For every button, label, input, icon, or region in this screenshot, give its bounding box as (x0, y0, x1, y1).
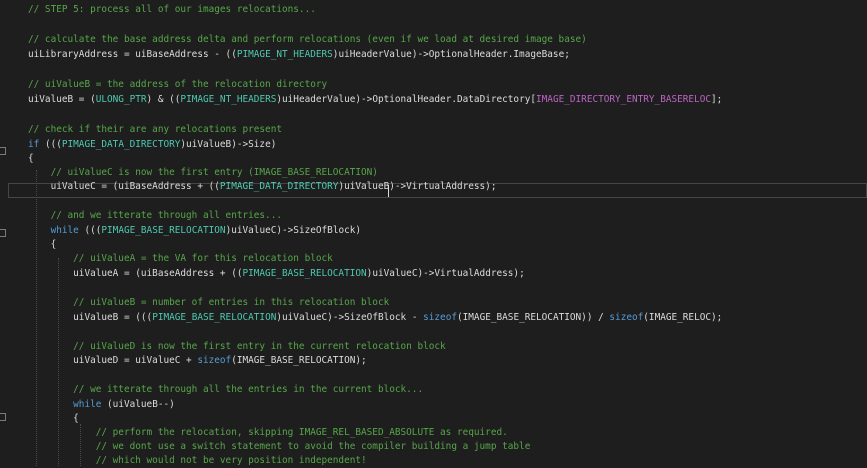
code-line[interactable]: { (28, 238, 57, 252)
code-token-keyword: sizeof (423, 312, 457, 323)
code-line[interactable]: // check if their are any relocations pr… (28, 123, 282, 137)
code-token-plain: uiValueC = (uiBaseAddress + (( (28, 181, 220, 192)
code-token-plain: uiValueD = uiValueC + (28, 355, 198, 366)
code-token-comment: // uiValueB = number of entries in this … (28, 297, 390, 308)
code-line[interactable]: uiValueA = (uiBaseAddress + ((PIMAGE_BAS… (28, 267, 525, 281)
code-token-type: ULONG_PTR (95, 94, 147, 105)
code-token-comment: // and we itterate through all entries..… (28, 210, 282, 221)
code-line[interactable]: // we itterate through all the entries i… (28, 383, 423, 397)
code-token-plain: uiValueB = ( (28, 94, 96, 105)
code-token-plain: (IMAGE_BASE_RELOCATION)) / (457, 312, 610, 323)
code-token-plain: ((( (78, 225, 102, 236)
code-token-plain: { (28, 239, 57, 250)
code-token-plain: )uiHeaderValue)->OptionalHeader.ImageBas… (332, 49, 570, 60)
code-line[interactable]: uiValueB = (((PIMAGE_BASE_RELOCATION)uiV… (28, 311, 722, 325)
code-line[interactable]: // uiValueC is now the first entry (IMAG… (28, 166, 378, 180)
code-token-plain: uiValueB = ((( (28, 312, 153, 323)
code-line[interactable]: uiValueC = (uiBaseAddress + ((PIMAGE_DAT… (28, 180, 497, 194)
code-token-type: PIMAGE_NT_HEADERS (236, 49, 333, 60)
code-token-type: PIMAGE_NT_HEADERS (180, 94, 277, 105)
code-line[interactable]: // uiValueB = number of entries in this … (28, 296, 389, 310)
code-token-type: PIMAGE_DATA_DIRECTORY (219, 181, 339, 192)
code-token-plain: )uiHeaderValue)->OptionalHeader.DataDire… (276, 94, 537, 105)
code-token-comment: // which would not be very position inde… (28, 455, 367, 466)
code-line[interactable]: { (28, 412, 79, 426)
code-token-comment: // we itterate through all the entries i… (28, 384, 424, 395)
code-token-plain: ) & (( (146, 94, 181, 105)
code-line[interactable]: { (28, 152, 34, 166)
code-token-type: PIMAGE_BASE_RELOCATION (101, 225, 226, 236)
code-token-comment: // uiValueB = the address of the relocat… (28, 79, 328, 90)
code-token-comment: // check if their are any relocations pr… (28, 124, 282, 135)
code-token-plain: )uiValueB)->VirtualAddress); (338, 181, 497, 192)
code-line[interactable]: while (uiValueB--) (28, 398, 175, 412)
code-line[interactable]: uiValueD = uiValueC + sizeof(IMAGE_BASE_… (28, 354, 367, 368)
code-line[interactable]: // uiValueD is now the first entry in th… (28, 340, 446, 354)
code-line[interactable]: // and we itterate through all entries..… (28, 209, 282, 223)
code-token-plain: uiValueA = (uiBaseAddress + (( (28, 268, 243, 279)
code-token-plain: ((( (39, 139, 62, 150)
code-token-plain: ]; (711, 94, 723, 105)
code-token-comment: // uiValueC is now the first entry (IMAG… (28, 167, 378, 178)
code-token-keyword: sizeof (197, 355, 232, 366)
editor-gutter (0, 0, 8, 466)
code-token-plain: uiLibraryAddress = uiBaseAddress - (( (28, 49, 237, 60)
code-token-keyword: while (50, 225, 79, 236)
fold-marker[interactable] (0, 147, 6, 155)
code-token-plain: (uiValueB--) (101, 399, 175, 410)
code-line[interactable]: // we dont use a switch statement to avo… (28, 440, 531, 454)
code-token-keyword: sizeof (609, 312, 644, 323)
code-token-comment: // perform the relocation, skipping IMAG… (28, 427, 508, 438)
code-token-plain: )uiValueC)->SizeOfBlock - (276, 312, 424, 323)
code-line[interactable]: uiValueB = (ULONG_PTR) & ((PIMAGE_NT_HEA… (28, 93, 722, 107)
code-token-comment: // we dont use a switch statement to avo… (28, 441, 531, 452)
code-line[interactable]: uiLibraryAddress = uiBaseAddress - ((PIM… (28, 48, 570, 62)
fold-marker[interactable] (0, 229, 6, 237)
code-line[interactable]: if (((PIMAGE_DATA_DIRECTORY)uiValueB)->S… (28, 138, 276, 152)
code-editor[interactable]: // STEP 5: process all of our images rel… (0, 0, 867, 466)
code-token-comment: // STEP 5: process all of our images rel… (28, 4, 316, 15)
code-token-keyword: if (28, 139, 40, 150)
code-line[interactable]: // STEP 5: process all of our images rel… (28, 3, 316, 17)
code-token-macro: IMAGE_DIRECTORY_ENTRY_BASERELOC (536, 94, 711, 105)
code-token-comment: // uiValueA = the VA for this relocation… (28, 253, 333, 264)
code-line[interactable]: // perform the relocation, skipping IMAG… (28, 426, 508, 440)
code-token-plain: )uiValueC)->VirtualAddress); (366, 268, 525, 279)
code-token-type: PIMAGE_BASE_RELOCATION (242, 268, 367, 279)
code-token-type: PIMAGE_BASE_RELOCATION (152, 312, 277, 323)
code-token-plain: (IMAGE_BASE_RELOCATION); (231, 355, 367, 366)
code-token-type: PIMAGE_DATA_DIRECTORY (61, 139, 181, 150)
code-token-keyword: while (73, 399, 102, 410)
code-token-plain: )uiValueC)->SizeOfBlock) (225, 225, 362, 236)
code-line[interactable]: // calculate the base address delta and … (28, 33, 587, 47)
fold-marker[interactable] (0, 413, 6, 421)
code-line[interactable]: while (((PIMAGE_BASE_RELOCATION)uiValueC… (28, 224, 361, 238)
code-line[interactable]: // uiValueB = the address of the relocat… (28, 78, 327, 92)
code-token-plain: { (28, 153, 34, 164)
code-token-comment: // uiValueD is now the first entry in th… (28, 341, 446, 352)
code-token-comment: // calculate the base address delta and … (28, 34, 587, 45)
code-token-plain: (IMAGE_RELOC); (643, 312, 723, 323)
code-token-plain: { (28, 413, 79, 424)
code-line[interactable]: // uiValueA = the VA for this relocation… (28, 252, 333, 266)
code-token-plain: )uiValueB)->Size) (180, 139, 277, 150)
